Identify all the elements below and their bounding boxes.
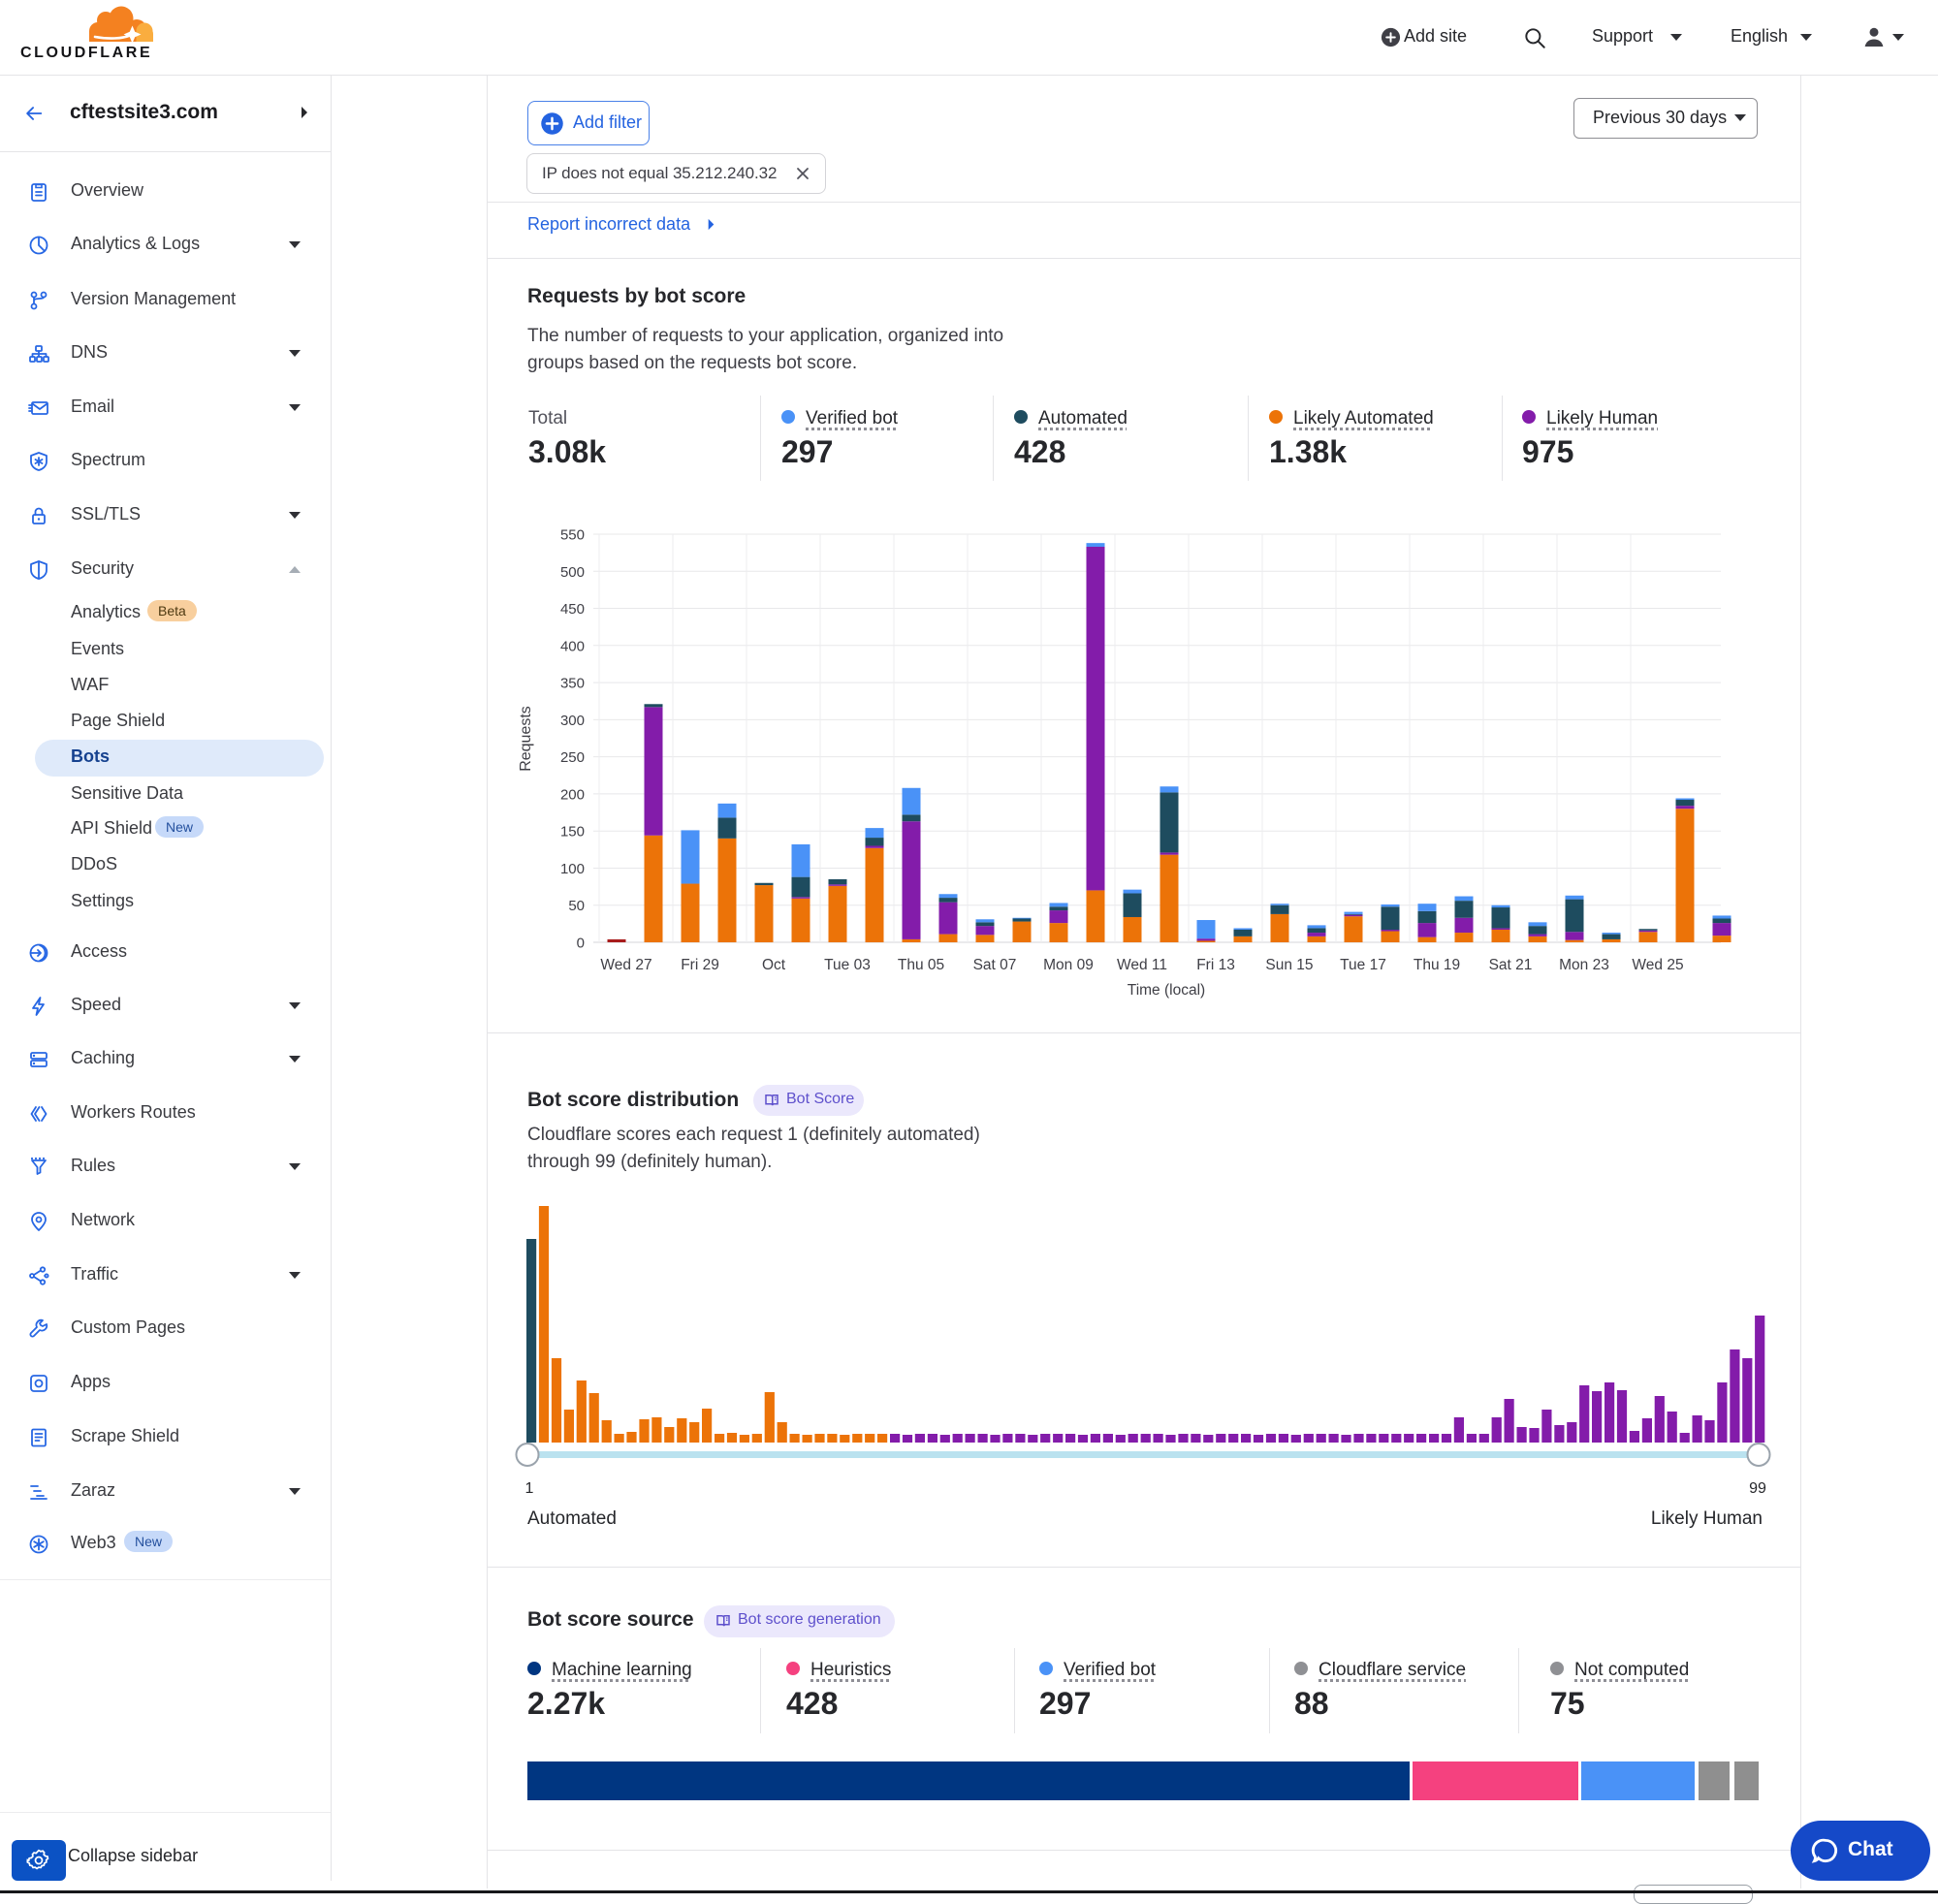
svg-text:550: 550	[560, 527, 585, 544]
svg-text:200: 200	[560, 786, 585, 803]
svg-text:300: 300	[560, 713, 585, 729]
svg-text:350: 350	[560, 676, 585, 692]
svg-text:500: 500	[560, 564, 585, 581]
svg-text:Tue 17: Tue 17	[1340, 957, 1386, 973]
svg-text:400: 400	[560, 638, 585, 654]
svg-text:Mon 09: Mon 09	[1043, 957, 1094, 973]
svg-text:Wed 11: Wed 11	[1117, 957, 1167, 973]
svg-text:150: 150	[560, 824, 585, 841]
svg-text:Sat 07: Sat 07	[973, 957, 1017, 973]
svg-text:1: 1	[525, 1480, 534, 1497]
svg-text:Time (local): Time (local)	[1128, 982, 1205, 999]
svg-text:Oct: Oct	[762, 957, 786, 973]
svg-text:0: 0	[577, 936, 585, 952]
svg-text:Automated: Automated	[527, 1508, 617, 1529]
svg-text:250: 250	[560, 749, 585, 766]
svg-text:Sun 15: Sun 15	[1265, 957, 1313, 973]
svg-text:Mon 23: Mon 23	[1559, 957, 1609, 973]
svg-text:Thu 19: Thu 19	[1414, 957, 1460, 973]
svg-text:Thu 05: Thu 05	[898, 957, 944, 973]
svg-text:Wed 25: Wed 25	[1632, 957, 1683, 973]
svg-text:Fri 29: Fri 29	[681, 957, 719, 973]
svg-text:100: 100	[560, 861, 585, 877]
svg-text:Likely Human: Likely Human	[1651, 1508, 1763, 1529]
svg-text:Wed 27: Wed 27	[600, 957, 651, 973]
svg-text:Tue 03: Tue 03	[824, 957, 871, 973]
svg-text:99: 99	[1749, 1480, 1766, 1497]
svg-text:Sat 21: Sat 21	[1489, 957, 1533, 973]
svg-text:450: 450	[560, 601, 585, 618]
svg-text:50: 50	[568, 898, 585, 914]
svg-text:Fri 13: Fri 13	[1196, 957, 1235, 973]
svg-text:Requests: Requests	[518, 706, 534, 772]
